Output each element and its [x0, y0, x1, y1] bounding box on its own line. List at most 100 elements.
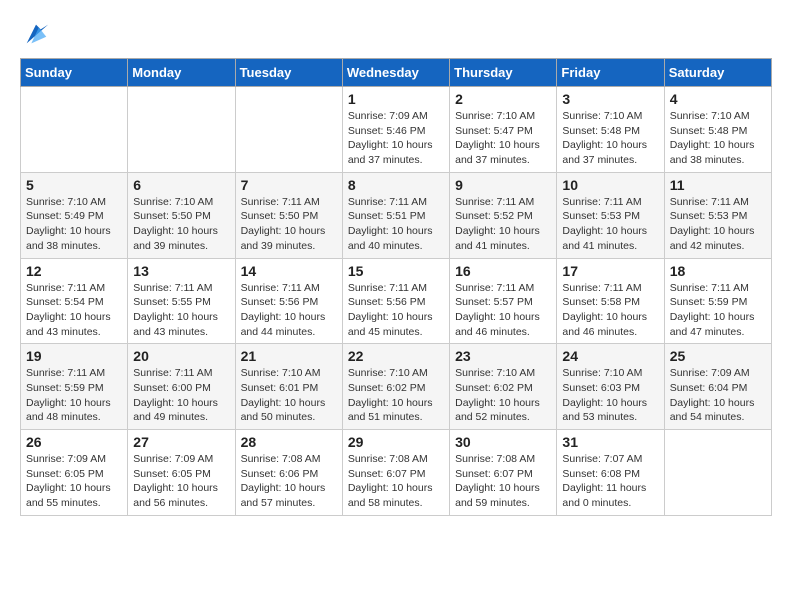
day-info: Sunrise: 7:10 AM Sunset: 6:02 PM Dayligh… — [348, 366, 444, 425]
day-number: 13 — [133, 263, 229, 279]
day-number: 10 — [562, 177, 658, 193]
day-info: Sunrise: 7:11 AM Sunset: 5:59 PM Dayligh… — [670, 281, 766, 340]
day-info: Sunrise: 7:10 AM Sunset: 5:47 PM Dayligh… — [455, 109, 551, 168]
day-header-thursday: Thursday — [450, 59, 557, 87]
calendar-cell — [21, 87, 128, 173]
day-info: Sunrise: 7:10 AM Sunset: 5:49 PM Dayligh… — [26, 195, 122, 254]
day-info: Sunrise: 7:11 AM Sunset: 5:52 PM Dayligh… — [455, 195, 551, 254]
calendar-cell: 25 Sunrise: 7:09 AM Sunset: 6:04 PM Dayli… — [664, 344, 771, 430]
day-info: Sunrise: 7:09 AM Sunset: 5:46 PM Dayligh… — [348, 109, 444, 168]
page-header — [20, 20, 772, 48]
calendar-cell: 13Sunrise: 7:11 AM Sunset: 5:55 PM Dayli… — [128, 258, 235, 344]
day-number: 25 — [670, 348, 766, 364]
day-number: 31 — [562, 434, 658, 450]
calendar-cell: 18 Sunrise: 7:11 AM Sunset: 5:59 PM Dayli… — [664, 258, 771, 344]
day-info: Sunrise: 7:09 AM Sunset: 6:05 PM Dayligh… — [26, 452, 122, 511]
day-number: 14 — [241, 263, 337, 279]
day-header-monday: Monday — [128, 59, 235, 87]
calendar-cell: 26 Sunrise: 7:09 AM Sunset: 6:05 PM Dayli… — [21, 430, 128, 516]
calendar-week-row: 1 Sunrise: 7:09 AM Sunset: 5:46 PM Daylig… — [21, 87, 772, 173]
day-info: Sunrise: 7:10 AM Sunset: 5:50 PM Dayligh… — [133, 195, 229, 254]
day-number: 7 — [241, 177, 337, 193]
calendar-cell — [128, 87, 235, 173]
calendar-table: SundayMondayTuesdayWednesdayThursdayFrid… — [20, 58, 772, 516]
day-number: 19 — [26, 348, 122, 364]
day-info: Sunrise: 7:10 AM Sunset: 5:48 PM Dayligh… — [670, 109, 766, 168]
day-info: Sunrise: 7:08 AM Sunset: 6:07 PM Dayligh… — [455, 452, 551, 511]
calendar-cell: 14Sunrise: 7:11 AM Sunset: 5:56 PM Dayli… — [235, 258, 342, 344]
day-header-friday: Friday — [557, 59, 664, 87]
day-number: 4 — [670, 91, 766, 107]
day-info: Sunrise: 7:10 AM Sunset: 6:02 PM Dayligh… — [455, 366, 551, 425]
calendar-cell: 4 Sunrise: 7:10 AM Sunset: 5:48 PM Daylig… — [664, 87, 771, 173]
calendar-cell: 28 Sunrise: 7:08 AM Sunset: 6:06 PM Dayli… — [235, 430, 342, 516]
day-info: Sunrise: 7:11 AM Sunset: 5:58 PM Dayligh… — [562, 281, 658, 340]
calendar-cell: 23 Sunrise: 7:10 AM Sunset: 6:02 PM Dayli… — [450, 344, 557, 430]
day-number: 16 — [455, 263, 551, 279]
day-number: 18 — [670, 263, 766, 279]
calendar-cell: 3Sunrise: 7:10 AM Sunset: 5:48 PM Daylig… — [557, 87, 664, 173]
calendar-cell: 31 Sunrise: 7:07 AM Sunset: 6:08 PM Dayli… — [557, 430, 664, 516]
day-info: Sunrise: 7:10 AM Sunset: 6:03 PM Dayligh… — [562, 366, 658, 425]
day-header-wednesday: Wednesday — [342, 59, 449, 87]
day-number: 26 — [26, 434, 122, 450]
day-info: Sunrise: 7:09 AM Sunset: 6:05 PM Dayligh… — [133, 452, 229, 511]
calendar-week-row: 12 Sunrise: 7:11 AM Sunset: 5:54 PM Dayli… — [21, 258, 772, 344]
day-number: 15 — [348, 263, 444, 279]
day-header-sunday: Sunday — [21, 59, 128, 87]
day-info: Sunrise: 7:08 AM Sunset: 6:07 PM Dayligh… — [348, 452, 444, 511]
day-number: 17 — [562, 263, 658, 279]
calendar-week-row: 5 Sunrise: 7:10 AM Sunset: 5:49 PM Daylig… — [21, 172, 772, 258]
day-info: Sunrise: 7:11 AM Sunset: 5:51 PM Dayligh… — [348, 195, 444, 254]
day-number: 29 — [348, 434, 444, 450]
day-info: Sunrise: 7:11 AM Sunset: 5:57 PM Dayligh… — [455, 281, 551, 340]
calendar-cell: 29 Sunrise: 7:08 AM Sunset: 6:07 PM Dayli… — [342, 430, 449, 516]
calendar-cell: 27 Sunrise: 7:09 AM Sunset: 6:05 PM Dayli… — [128, 430, 235, 516]
day-number: 30 — [455, 434, 551, 450]
day-number: 22 — [348, 348, 444, 364]
calendar-header-row: SundayMondayTuesdayWednesdayThursdayFrid… — [21, 59, 772, 87]
calendar-cell: 1 Sunrise: 7:09 AM Sunset: 5:46 PM Daylig… — [342, 87, 449, 173]
day-info: Sunrise: 7:10 AM Sunset: 5:48 PM Dayligh… — [562, 109, 658, 168]
day-number: 1 — [348, 91, 444, 107]
day-number: 6 — [133, 177, 229, 193]
day-info: Sunrise: 7:11 AM Sunset: 5:50 PM Dayligh… — [241, 195, 337, 254]
calendar-cell: 21Sunrise: 7:10 AM Sunset: 6:01 PM Dayli… — [235, 344, 342, 430]
calendar-cell: 24 Sunrise: 7:10 AM Sunset: 6:03 PM Dayli… — [557, 344, 664, 430]
calendar-cell: 2 Sunrise: 7:10 AM Sunset: 5:47 PM Daylig… — [450, 87, 557, 173]
logo — [20, 20, 50, 48]
logo-icon — [22, 20, 50, 48]
day-info: Sunrise: 7:11 AM Sunset: 5:59 PM Dayligh… — [26, 366, 122, 425]
day-number: 2 — [455, 91, 551, 107]
day-number: 12 — [26, 263, 122, 279]
day-number: 20 — [133, 348, 229, 364]
calendar-cell: 8 Sunrise: 7:11 AM Sunset: 5:51 PM Daylig… — [342, 172, 449, 258]
calendar-cell: 7 Sunrise: 7:11 AM Sunset: 5:50 PM Daylig… — [235, 172, 342, 258]
calendar-week-row: 26 Sunrise: 7:09 AM Sunset: 6:05 PM Dayli… — [21, 430, 772, 516]
day-number: 27 — [133, 434, 229, 450]
day-info: Sunrise: 7:07 AM Sunset: 6:08 PM Dayligh… — [562, 452, 658, 511]
day-info: Sunrise: 7:11 AM Sunset: 5:56 PM Dayligh… — [348, 281, 444, 340]
day-number: 9 — [455, 177, 551, 193]
calendar-cell — [235, 87, 342, 173]
calendar-cell — [664, 430, 771, 516]
calendar-body: 1 Sunrise: 7:09 AM Sunset: 5:46 PM Daylig… — [21, 87, 772, 516]
calendar-cell: 17 Sunrise: 7:11 AM Sunset: 5:58 PM Dayli… — [557, 258, 664, 344]
day-number: 24 — [562, 348, 658, 364]
day-number: 21 — [241, 348, 337, 364]
day-info: Sunrise: 7:08 AM Sunset: 6:06 PM Dayligh… — [241, 452, 337, 511]
day-info: Sunrise: 7:11 AM Sunset: 5:53 PM Dayligh… — [562, 195, 658, 254]
calendar-cell: 10 Sunrise: 7:11 AM Sunset: 5:53 PM Dayli… — [557, 172, 664, 258]
calendar-cell: 6 Sunrise: 7:10 AM Sunset: 5:50 PM Daylig… — [128, 172, 235, 258]
day-info: Sunrise: 7:09 AM Sunset: 6:04 PM Dayligh… — [670, 366, 766, 425]
day-info: Sunrise: 7:11 AM Sunset: 6:00 PM Dayligh… — [133, 366, 229, 425]
day-number: 28 — [241, 434, 337, 450]
day-number: 23 — [455, 348, 551, 364]
calendar-cell: 22 Sunrise: 7:10 AM Sunset: 6:02 PM Dayli… — [342, 344, 449, 430]
calendar-cell: 19 Sunrise: 7:11 AM Sunset: 5:59 PM Dayli… — [21, 344, 128, 430]
day-number: 5 — [26, 177, 122, 193]
day-number: 8 — [348, 177, 444, 193]
day-info: Sunrise: 7:11 AM Sunset: 5:54 PM Dayligh… — [26, 281, 122, 340]
day-number: 11 — [670, 177, 766, 193]
calendar-cell: 12 Sunrise: 7:11 AM Sunset: 5:54 PM Dayli… — [21, 258, 128, 344]
